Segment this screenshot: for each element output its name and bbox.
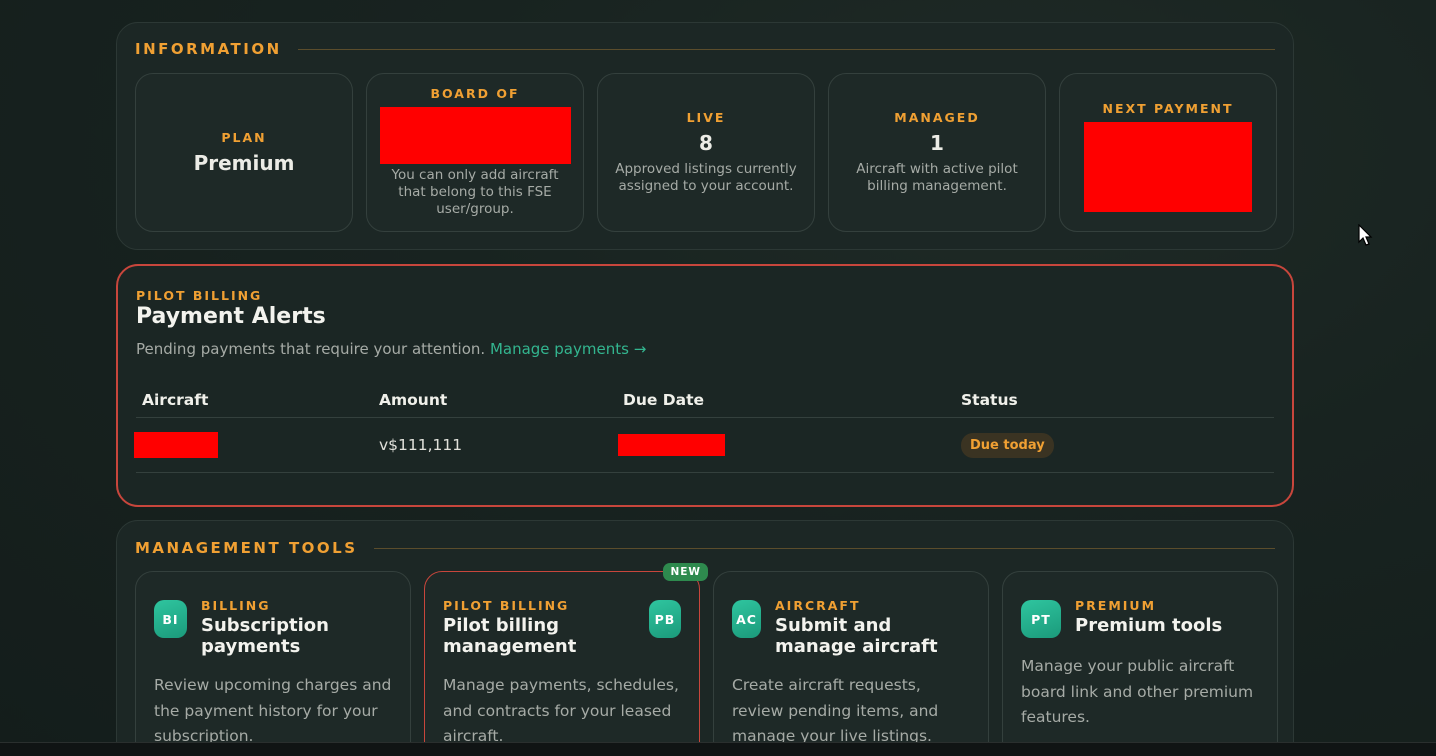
taskbar <box>0 742 1436 756</box>
board-card: BOARD OF You can only add aircraft that … <box>366 73 584 232</box>
managed-card: MANAGED 1 Aircraft with active pilot bil… <box>828 73 1046 232</box>
alerts-title: Payment Alerts <box>136 304 326 329</box>
plan-value: Premium <box>193 151 295 175</box>
tool-heading: PREMIUM Premium tools <box>1075 598 1222 636</box>
tool-card-premium[interactable]: PT PREMIUM Premium tools Manage your pub… <box>1002 571 1278 756</box>
tool-category: AIRCRAFT <box>775 598 861 613</box>
alerts-subtitle-text: Pending payments that require your atten… <box>136 340 486 358</box>
stat-cards: PLAN Premium BOARD OF You can only add a… <box>135 73 1277 232</box>
tool-header: PILOT BILLING Pilot billing management P… <box>443 598 681 657</box>
pilot-billing-icon: PB <box>649 600 681 638</box>
tool-category: PILOT BILLING <box>443 598 570 613</box>
plan-card: PLAN Premium <box>135 73 353 232</box>
new-badge: NEW <box>663 563 708 581</box>
tool-description: Manage your public aircraft board link a… <box>1021 657 1254 726</box>
payments-table: Aircraft Amount Due Date Status v$111,11… <box>134 382 1274 473</box>
redacted-aircraft <box>134 432 218 458</box>
tool-header: PT PREMIUM Premium tools <box>1021 598 1259 638</box>
mouse-cursor-icon <box>1358 224 1373 246</box>
tool-category: PREMIUM <box>1075 598 1157 613</box>
manage-payments-link[interactable]: Manage payments → <box>490 340 646 358</box>
tool-title: Subscription payments <box>201 615 329 657</box>
redacted-board-name <box>379 107 571 164</box>
tools-title: MANAGEMENT TOOLS <box>135 539 358 557</box>
tool-description: Manage payments, schedules, and contract… <box>443 676 679 745</box>
board-description: You can only add aircraft that belong to… <box>391 167 559 217</box>
tool-description: Create aircraft requests, review pending… <box>732 676 939 745</box>
live-card: LIVE 8 Approved listings currently assig… <box>597 73 815 232</box>
billing-icon: BI <box>154 600 187 638</box>
aircraft-cell <box>134 432 373 458</box>
divider <box>373 547 1275 549</box>
table-row[interactable]: v$111,111 Due today <box>134 418 1274 473</box>
tool-heading: BILLING Subscription payments <box>201 598 392 657</box>
premium-icon: PT <box>1021 600 1061 638</box>
amount-cell: v$111,111 <box>379 436 463 454</box>
payment-alerts-panel: PILOT BILLING Payment Alerts Pending pay… <box>116 264 1294 507</box>
column-header-amount[interactable]: Amount <box>373 391 617 409</box>
redacted-due-date <box>618 434 725 456</box>
status-cell: Due today <box>955 432 1274 458</box>
live-value: 8 <box>699 131 713 155</box>
aircraft-icon: AC <box>732 600 761 638</box>
management-tools-panel: MANAGEMENT TOOLS BI BILLING Subscription… <box>116 520 1294 756</box>
next-payment-card: NEXT PAYMENT <box>1059 73 1277 232</box>
table-header: Aircraft Amount Due Date Status <box>136 382 1274 418</box>
tool-card-aircraft[interactable]: AC AIRCRAFT Submit and manage aircraft C… <box>713 571 989 756</box>
managed-description: Aircraft with active pilot billing manag… <box>856 161 1018 194</box>
managed-label: MANAGED <box>894 110 980 125</box>
divider <box>297 48 1275 50</box>
alerts-eyebrow: PILOT BILLING <box>136 288 263 303</box>
tool-title: Pilot billing management <box>443 615 577 657</box>
tools-header: MANAGEMENT TOOLS <box>135 539 1275 557</box>
due-date-cell <box>617 434 955 456</box>
tool-heading: AIRCRAFT Submit and manage aircraft <box>775 598 970 657</box>
board-label: BOARD OF <box>430 86 520 101</box>
tool-title: Submit and manage aircraft <box>775 615 938 657</box>
information-panel: INFORMATION PLAN Premium BOARD OF You ca… <box>116 22 1294 250</box>
alerts-subtitle: Pending payments that require your atten… <box>136 340 646 358</box>
information-header: INFORMATION <box>135 40 1275 58</box>
redacted-next-payment <box>1084 122 1252 212</box>
tool-description: Review upcoming charges and the payment … <box>154 676 392 745</box>
tool-card-billing[interactable]: BI BILLING Subscription payments Review … <box>135 571 411 756</box>
tool-card-pilot-billing[interactable]: NEW PILOT BILLING Pilot billing manageme… <box>424 563 708 756</box>
managed-value: 1 <box>930 131 944 155</box>
column-header-due-date[interactable]: Due Date <box>617 391 955 409</box>
status-badge: Due today <box>961 432 1054 458</box>
plan-label: PLAN <box>221 130 267 145</box>
next-payment-label: NEXT PAYMENT <box>1102 101 1234 116</box>
tool-cards: BI BILLING Subscription payments Review … <box>135 563 1278 756</box>
tool-header: BI BILLING Subscription payments <box>154 598 392 657</box>
live-description: Approved listings currently assigned to … <box>615 161 797 194</box>
tool-heading: PILOT BILLING Pilot billing management <box>443 598 635 657</box>
tool-header: AC AIRCRAFT Submit and manage aircraft <box>732 598 970 657</box>
column-header-status[interactable]: Status <box>955 391 1274 409</box>
live-label: LIVE <box>686 110 726 125</box>
column-header-aircraft[interactable]: Aircraft <box>136 391 373 409</box>
tool-title: Premium tools <box>1075 615 1223 636</box>
tool-category: BILLING <box>201 598 271 613</box>
information-title: INFORMATION <box>135 40 282 58</box>
